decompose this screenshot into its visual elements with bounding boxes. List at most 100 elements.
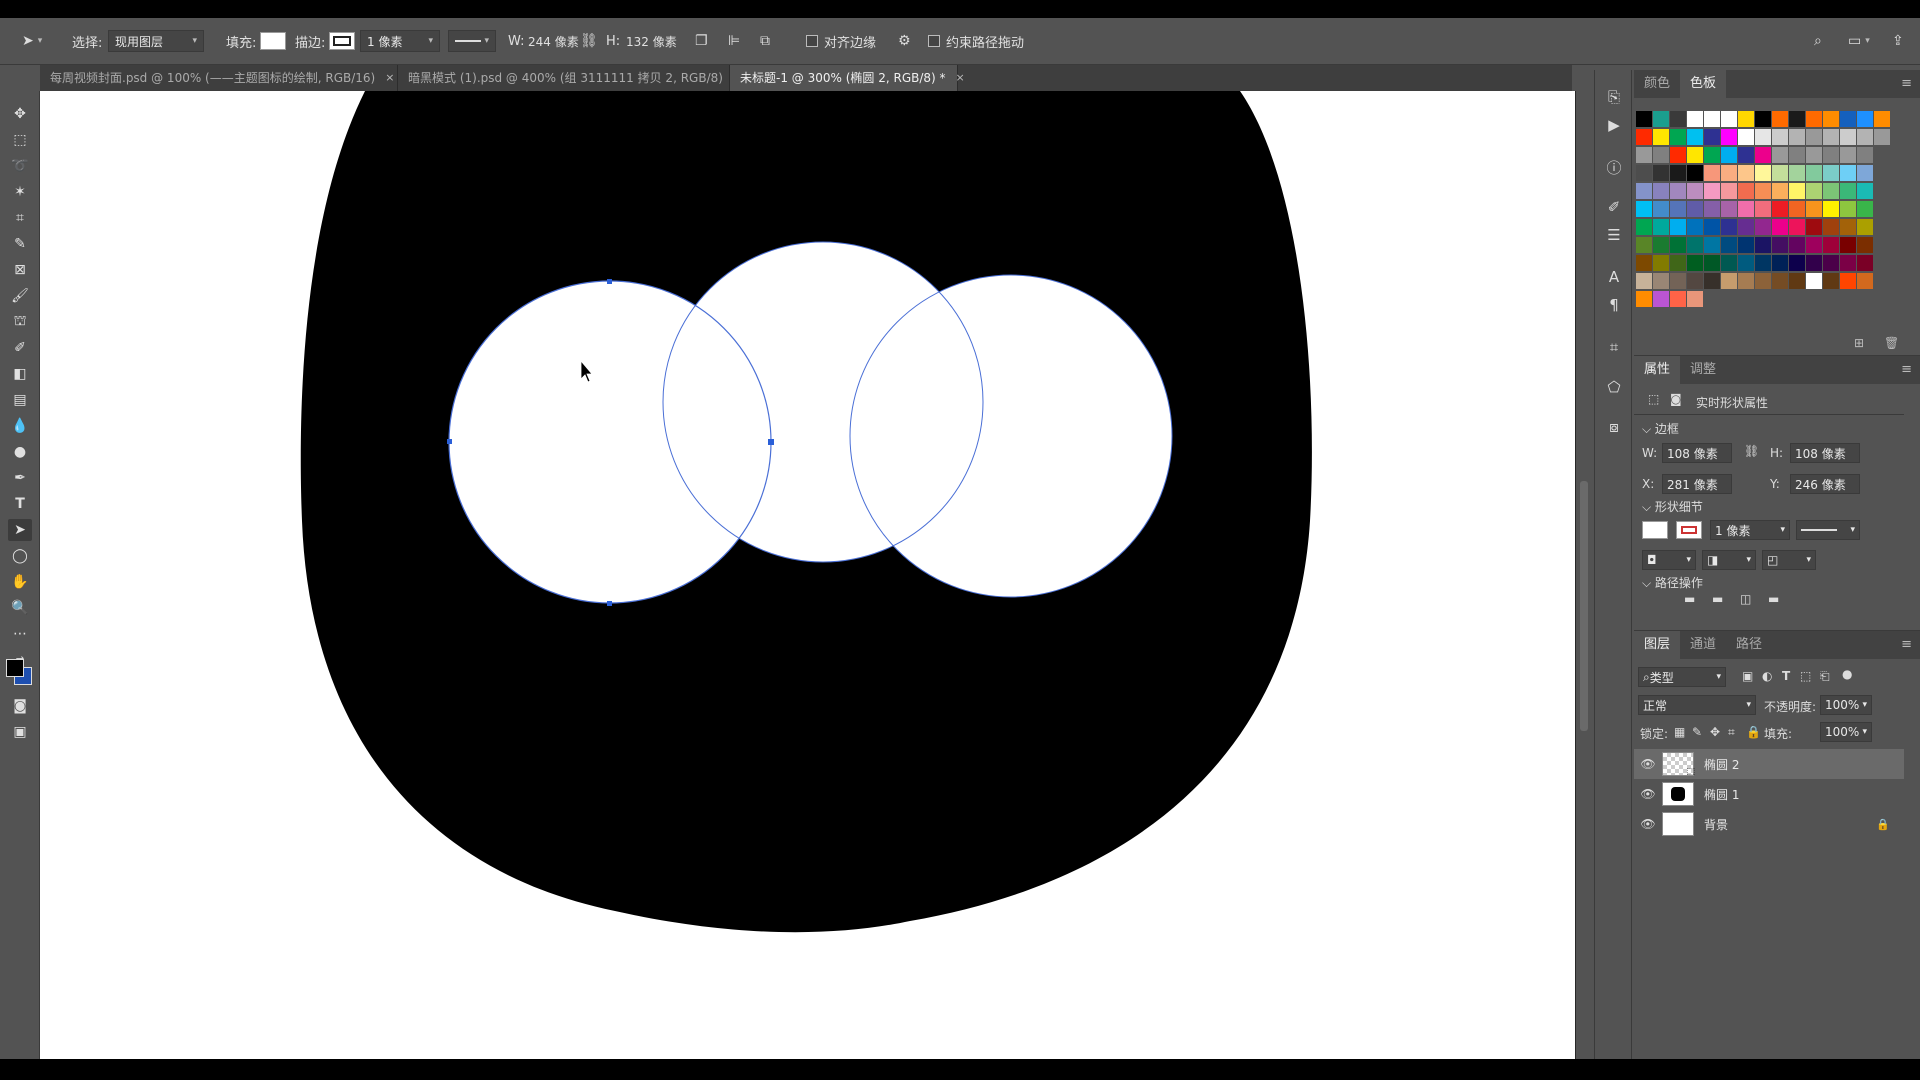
crop-panel-icon[interactable]: ⌗ [1603,336,1625,358]
color-swatch[interactable] [1721,255,1737,271]
h-value[interactable]: 132 像素 [626,33,677,50]
color-swatch[interactable] [1670,219,1686,235]
color-swatch[interactable] [1670,111,1686,127]
history-brush-tool-icon[interactable]: ✐ [8,337,32,359]
color-swatch[interactable] [1687,237,1703,253]
color-swatch[interactable] [1772,111,1788,127]
hand-tool-icon[interactable]: ✋ [8,571,32,593]
color-swatch[interactable] [1687,129,1703,145]
color-swatch[interactable] [1823,255,1839,271]
color-swatch[interactable] [1670,255,1686,271]
color-swatch[interactable] [1857,129,1873,145]
color-swatch[interactable] [1653,147,1669,163]
tab-weekly-cover[interactable]: 每周视频封面.psd @ 100% (——主题图标的绘制, RGB/16) × [40,65,398,91]
color-swatch[interactable] [1789,273,1805,289]
color-swatch[interactable] [1704,201,1720,217]
visibility-eye-icon[interactable]: 👁 [1634,787,1662,801]
eraser-tool-icon[interactable]: ◧ [8,363,32,385]
panel-menu-icon[interactable]: ≡ [1901,76,1912,91]
canvas-area[interactable] [40,91,1576,1059]
close-icon[interactable]: × [956,65,965,91]
magic-wand-tool-icon[interactable]: ✶ [8,181,32,203]
color-swatch[interactable] [1670,129,1686,145]
select-layer-dropdown[interactable]: 现用图层 ▾ [108,30,204,52]
color-swatch[interactable] [1823,273,1839,289]
color-swatch[interactable] [1653,255,1669,271]
color-swatch[interactable] [1857,183,1873,199]
color-swatch[interactable] [1670,147,1686,163]
color-swatch[interactable] [1721,183,1737,199]
screen-mode-icon[interactable]: ▣ [8,721,32,743]
color-swatch[interactable] [1687,291,1703,307]
color-swatch[interactable] [1738,111,1754,127]
blur-tool-icon[interactable]: 💧 [8,415,32,437]
eyedropper-tool-icon[interactable]: ✎ [8,233,32,255]
color-swatch[interactable] [1704,237,1720,253]
color-swatch[interactable] [1806,237,1822,253]
color-swatch[interactable] [1636,147,1652,163]
color-swatch[interactable] [1721,201,1737,217]
color-swatch[interactable] [1874,111,1890,127]
color-swatch[interactable] [1823,165,1839,181]
info-icon[interactable]: ⓘ [1603,156,1625,178]
y-field[interactable]: 246 像素 [1790,474,1860,494]
color-swatch[interactable] [1704,273,1720,289]
canvas-vertical-scrollbar[interactable] [1578,91,1590,1059]
color-swatch[interactable] [1704,219,1720,235]
color-swatch[interactable] [1653,219,1669,235]
color-swatch[interactable] [1670,201,1686,217]
dodge-tool-icon[interactable]: ● [8,441,32,463]
color-swatch[interactable] [1738,237,1754,253]
color-swatch[interactable] [1840,129,1856,145]
ellipse-tool-icon[interactable]: ◯ [8,545,32,567]
color-swatch[interactable] [1772,219,1788,235]
color-swatch[interactable] [1840,255,1856,271]
frame-tool-icon[interactable]: ⊠ [8,259,32,281]
color-swatch[interactable] [1687,273,1703,289]
stroke-align-dropdown[interactable]: ◘ ▾ [1642,550,1696,570]
color-swatch[interactable] [1857,111,1873,127]
color-swatch[interactable] [1789,147,1805,163]
layer-row-ellipse-2[interactable]: 👁 ⬚ 椭圆 2 [1634,749,1904,779]
stroke-corner-dropdown[interactable]: ◰ ▾ [1762,550,1816,570]
color-swatch[interactable] [1840,165,1856,181]
stroke-swatch[interactable] [329,32,355,50]
color-swatch[interactable] [1840,183,1856,199]
constrain-path-checkbox[interactable] [928,35,940,47]
visibility-eye-icon[interactable]: 👁 [1634,757,1662,771]
lasso-tool-icon[interactable]: ➰ [8,155,32,177]
path-exclude-icon[interactable]: ▬ [1768,592,1779,606]
tab-properties[interactable]: 属性 [1634,356,1681,384]
color-swatch[interactable] [1687,201,1703,217]
color-swatch[interactable] [1687,183,1703,199]
color-swatch[interactable] [1823,201,1839,217]
color-swatch[interactable] [1653,273,1669,289]
x-field[interactable]: 281 像素 [1662,474,1732,494]
color-swatch[interactable] [1806,111,1822,127]
lock-pixels-icon[interactable]: ✎ [1692,725,1702,739]
color-swatch[interactable] [1670,183,1686,199]
height-field[interactable]: 108 像素 [1790,443,1860,463]
adjustments-icon[interactable]: ☰ [1603,224,1625,246]
color-swatch[interactable] [1738,183,1754,199]
tab-adjustments[interactable]: 调整 [1680,356,1726,384]
lock-position-icon[interactable]: ✥ [1710,725,1720,739]
zoom-tool-icon[interactable]: 🔍 [8,597,32,619]
color-swatch[interactable] [1823,219,1839,235]
stroke-width-dropdown[interactable]: 1 像素 ▾ [360,30,440,52]
stroke-cap-dropdown[interactable]: ◨ ▾ [1702,550,1756,570]
tab-swatches[interactable]: 色板 [1680,70,1727,98]
tab-paths[interactable]: 路径 [1726,631,1772,659]
layer-row-background[interactable]: 👁 背景 🔒 [1634,809,1904,839]
color-swatch[interactable] [1772,183,1788,199]
panel-menu-icon[interactable]: ≡ [1901,362,1912,377]
color-swatch[interactable] [1653,111,1669,127]
color-swatch[interactable] [1670,291,1686,307]
color-swatch[interactable] [1772,165,1788,181]
color-swatch[interactable] [1721,237,1737,253]
filter-toggle-icon[interactable]: ● [1842,667,1852,681]
brush-settings-icon[interactable]: ✐ [1603,196,1625,218]
quick-mask-icon[interactable]: ◙ [8,695,32,717]
color-swatch[interactable] [1738,129,1754,145]
color-swatch[interactable] [1738,255,1754,271]
